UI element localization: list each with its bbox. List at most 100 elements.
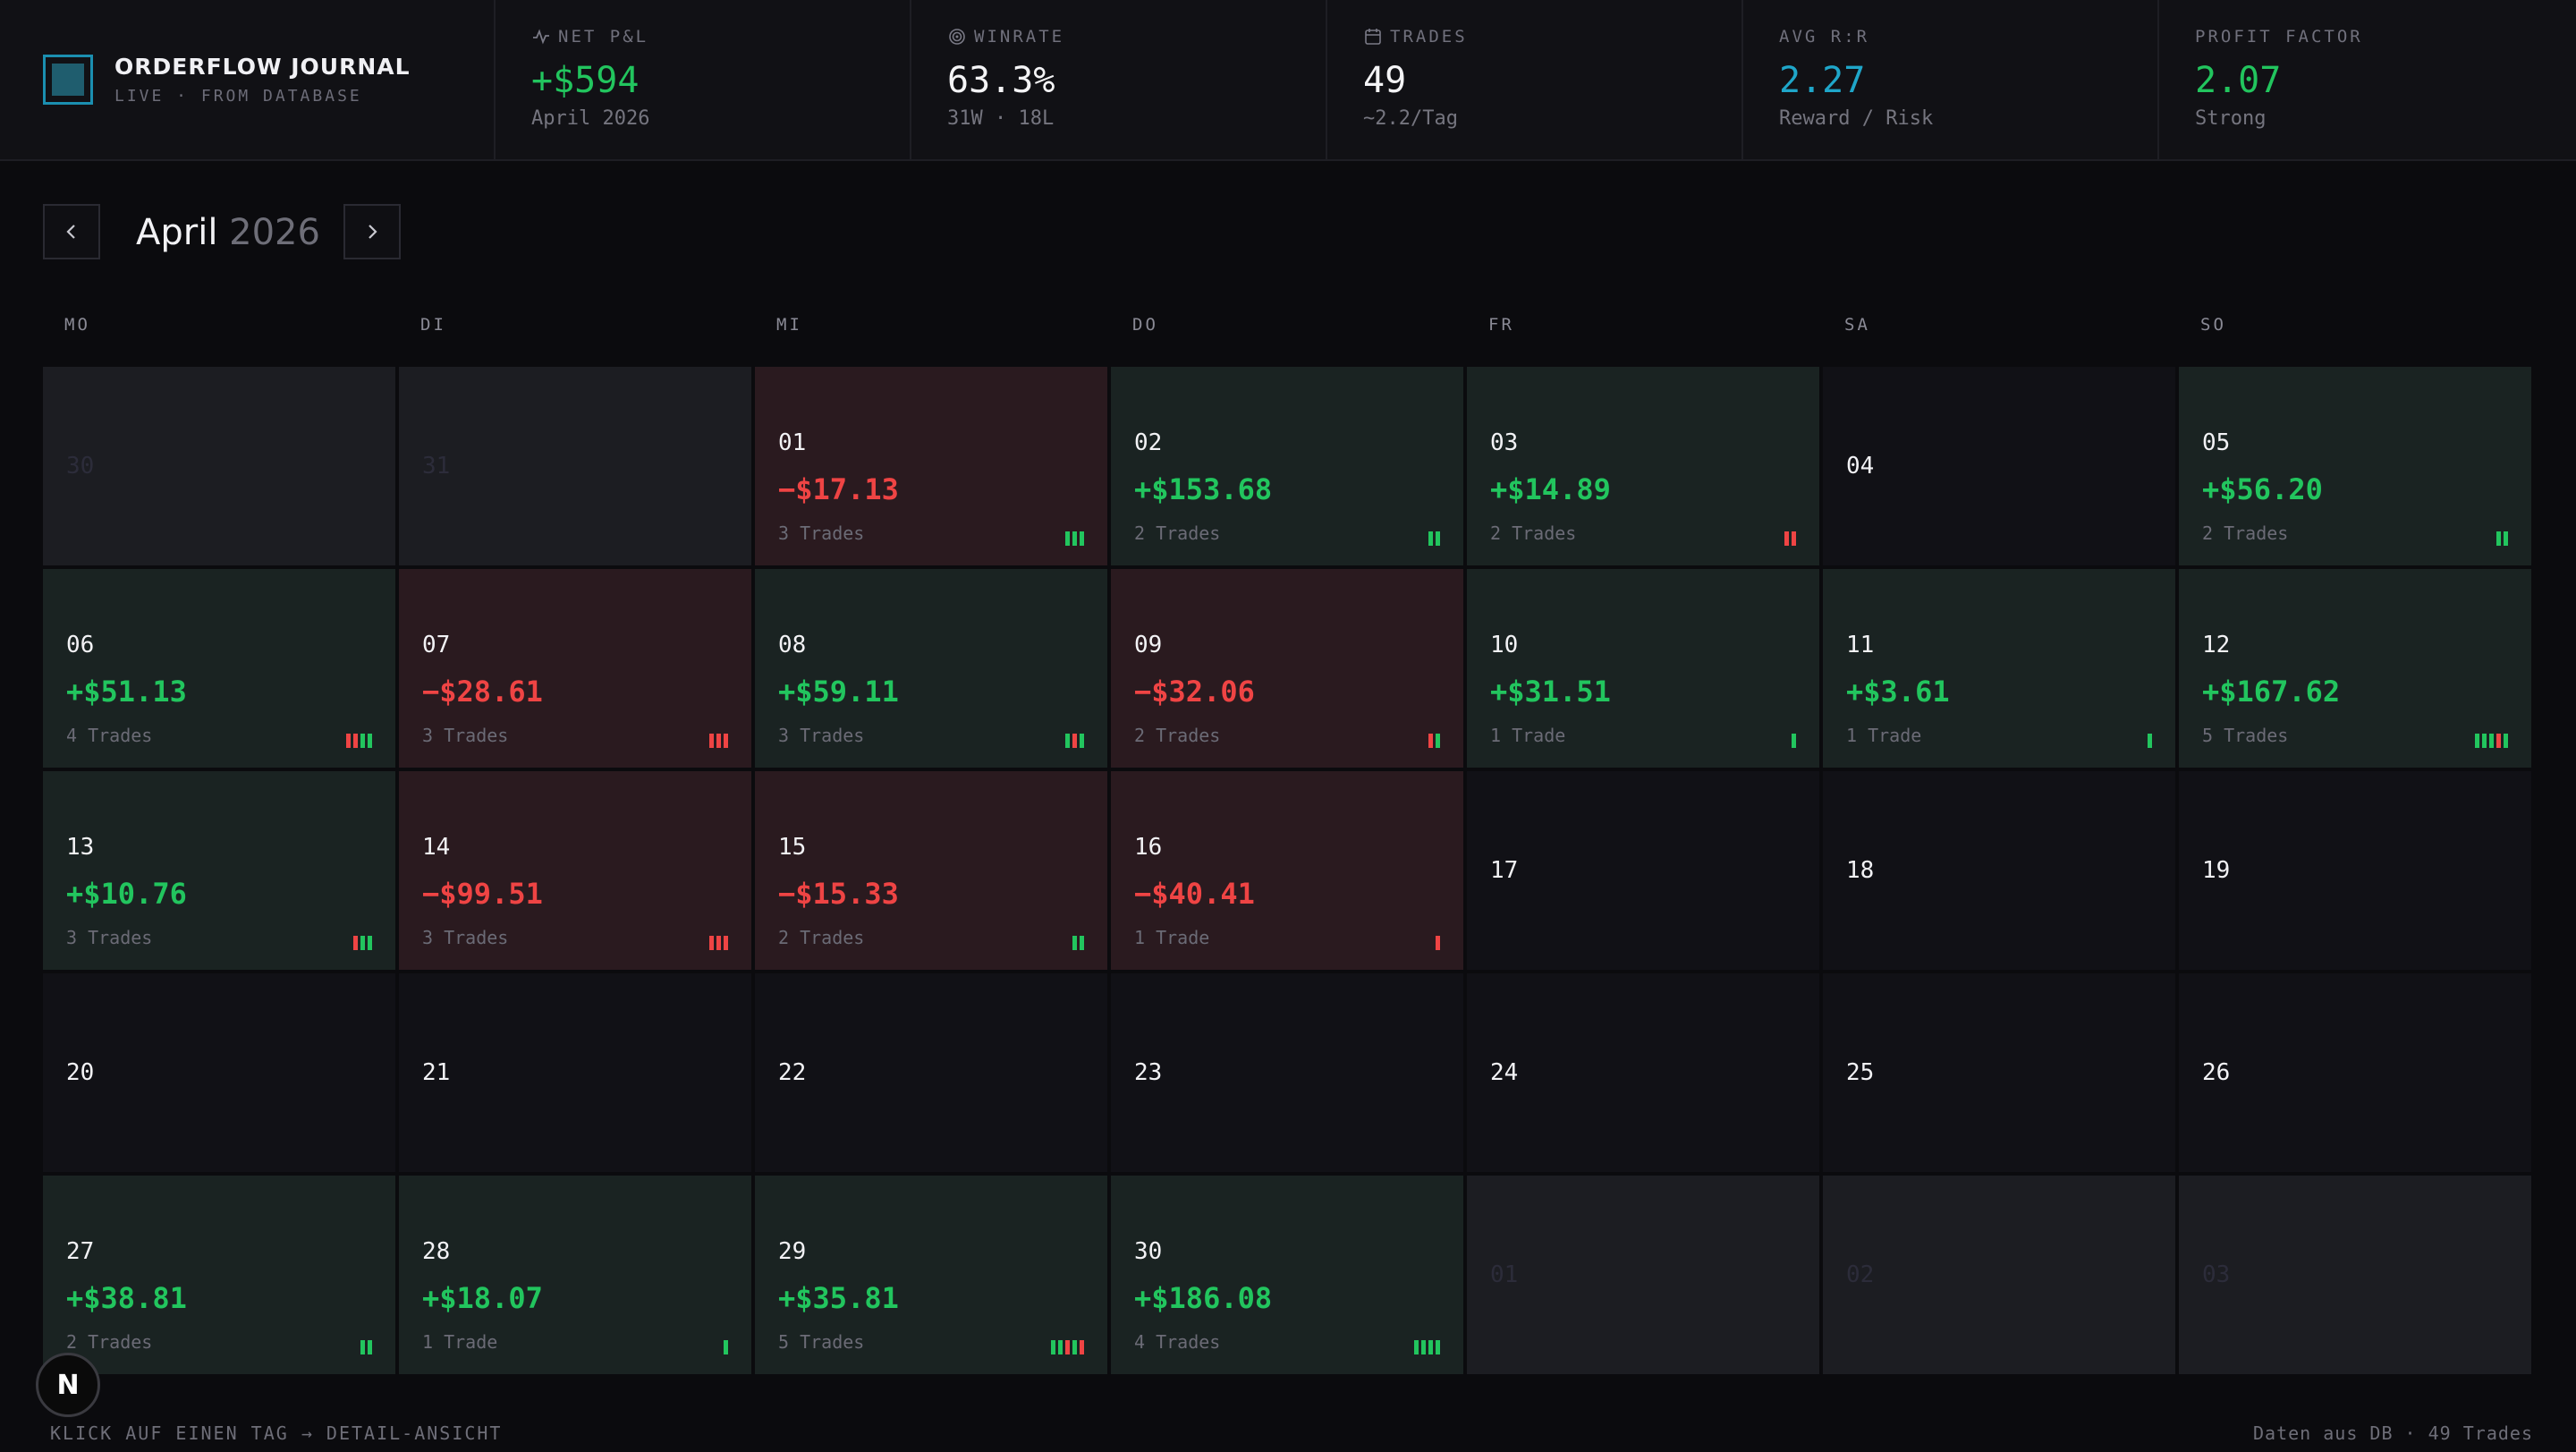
stat-value: 63.3% (947, 60, 1055, 101)
calendar-day[interactable]: 08 +$59.11 3 Trades (755, 569, 1107, 768)
day-number: 02 (1846, 1261, 1875, 1288)
calendar-day[interactable]: 04 (1823, 367, 2175, 565)
trade-result-bars (1428, 734, 1440, 748)
calendar-day[interactable]: 20 (43, 973, 395, 1172)
month-name: April (136, 212, 218, 253)
stats-header: ORDERFLOW JOURNAL LIVE · FROM DATABASE N… (0, 0, 2576, 161)
trade-result-bars (724, 1340, 728, 1354)
day-pnl: −$99.51 (422, 877, 543, 911)
trade-result-bars (709, 936, 728, 950)
calendar-day[interactable]: 27 +$38.81 2 Trades (43, 1176, 395, 1374)
next-month-button[interactable] (343, 204, 401, 259)
calendar-day[interactable]: 14 −$99.51 3 Trades (399, 771, 751, 970)
calendar-day[interactable]: 30 +$186.08 4 Trades (1111, 1176, 1463, 1374)
day-number: 06 (66, 632, 95, 658)
day-pnl: +$10.76 (66, 877, 187, 911)
calendar-day[interactable]: 06 +$51.13 4 Trades (43, 569, 395, 768)
calendar-day[interactable]: 17 (1467, 771, 1819, 970)
day-trade-count: 5 Trades (778, 1331, 865, 1353)
calendar-day[interactable]: 18 (1823, 771, 2175, 970)
loss-bar (346, 734, 351, 748)
calendar-day[interactable]: 12 +$167.62 5 Trades (2179, 569, 2531, 768)
calendar-day[interactable]: 02 +$153.68 2 Trades (1111, 367, 1463, 565)
calendar-day[interactable]: 19 (2179, 771, 2531, 970)
day-trade-count: 3 Trades (778, 725, 865, 746)
loss-bar (1072, 734, 1077, 748)
day-trade-count: 2 Trades (1134, 522, 1221, 544)
loss-bar (353, 734, 358, 748)
stat-value: 2.27 (1779, 60, 1866, 101)
calendar-day[interactable]: 29 +$35.81 5 Trades (755, 1176, 1107, 1374)
prev-month-button[interactable] (43, 204, 100, 259)
win-bar (2504, 531, 2508, 546)
win-bar (1436, 734, 1440, 748)
day-pnl: +$14.89 (1490, 472, 1611, 506)
loss-bar (1428, 734, 1433, 748)
n-badge-button[interactable]: N (36, 1353, 100, 1417)
stat-label-text: WINRATE (974, 27, 1065, 47)
day-number: 20 (66, 1059, 95, 1086)
trade-result-bars (1792, 734, 1796, 748)
win-bar (1065, 734, 1070, 748)
calendar-day[interactable]: 07 −$28.61 3 Trades (399, 569, 751, 768)
win-bar (2475, 734, 2479, 748)
day-trade-count: 4 Trades (1134, 1331, 1221, 1353)
win-bar (1414, 1340, 1419, 1354)
day-trade-count: 1 Trade (422, 1331, 498, 1353)
calendar-day[interactable]: 21 (399, 973, 751, 1172)
day-trade-count: 5 Trades (2202, 725, 2289, 746)
calendar-day[interactable]: 05 +$56.20 2 Trades (2179, 367, 2531, 565)
calendar-day[interactable]: 26 (2179, 973, 2531, 1172)
calendar-day[interactable]: 28 +$18.07 1 Trade (399, 1176, 751, 1374)
trade-result-bars (1065, 734, 1084, 748)
calendar-day[interactable]: 15 −$15.33 2 Trades (755, 771, 1107, 970)
calendar-day[interactable]: 11 +$3.61 1 Trade (1823, 569, 2175, 768)
win-bar (2496, 531, 2501, 546)
day-trade-count: 4 Trades (66, 725, 153, 746)
calendar-day[interactable]: 16 −$40.41 1 Trade (1111, 771, 1463, 970)
win-bar (368, 734, 372, 748)
day-number: 29 (778, 1238, 807, 1265)
calendar-day[interactable]: 25 (1823, 973, 2175, 1172)
weekday-fr: FR (1488, 315, 1514, 335)
day-number: 09 (1134, 632, 1163, 658)
day-number: 15 (778, 834, 807, 861)
loss-bar (724, 734, 728, 748)
day-pnl: +$3.61 (1846, 675, 1950, 709)
loss-bar (1436, 936, 1440, 950)
trade-result-bars (353, 936, 372, 950)
brand-subtitle: LIVE · FROM DATABASE (114, 87, 362, 106)
chevron-left-icon (66, 225, 75, 239)
calendar-day[interactable]: 01 −$17.13 3 Trades (755, 367, 1107, 565)
day-trade-count: 1 Trade (1846, 725, 1922, 746)
win-bar (360, 1340, 365, 1354)
day-number: 23 (1134, 1059, 1163, 1086)
win-bar (1436, 1340, 1440, 1354)
day-number: 18 (1846, 857, 1875, 884)
win-bar (1080, 531, 1084, 546)
trade-result-bars (1065, 531, 1084, 546)
month-title: April 2026 (136, 208, 320, 258)
calendar-day[interactable]: 13 +$10.76 3 Trades (43, 771, 395, 970)
calendar-day[interactable]: 24 (1467, 973, 1819, 1172)
calendar-day[interactable]: 23 (1111, 973, 1463, 1172)
win-bar (1080, 936, 1084, 950)
day-number: 12 (2202, 632, 2231, 658)
calendar-day[interactable]: 10 +$31.51 1 Trade (1467, 569, 1819, 768)
target-icon (947, 27, 967, 47)
calendar-day[interactable]: 03 +$14.89 2 Trades (1467, 367, 1819, 565)
stat-label-text: NET P&L (558, 27, 649, 47)
stat-value: 49 (1363, 60, 1407, 101)
day-number: 21 (422, 1059, 451, 1086)
stat-label-text: PROFIT FACTOR (2195, 27, 2363, 47)
day-number: 07 (422, 632, 451, 658)
win-bar (1072, 1340, 1077, 1354)
win-bar (1421, 1340, 1426, 1354)
footer-hint: KLICK AUF EINEN TAG → DETAIL-ANSICHT (50, 1422, 503, 1444)
day-number: 10 (1490, 632, 1519, 658)
calendar-day[interactable]: 09 −$32.06 2 Trades (1111, 569, 1463, 768)
day-number: 28 (422, 1238, 451, 1265)
calendar-day[interactable]: 22 (755, 973, 1107, 1172)
day-number: 14 (422, 834, 451, 861)
day-pnl: −$40.41 (1134, 877, 1255, 911)
